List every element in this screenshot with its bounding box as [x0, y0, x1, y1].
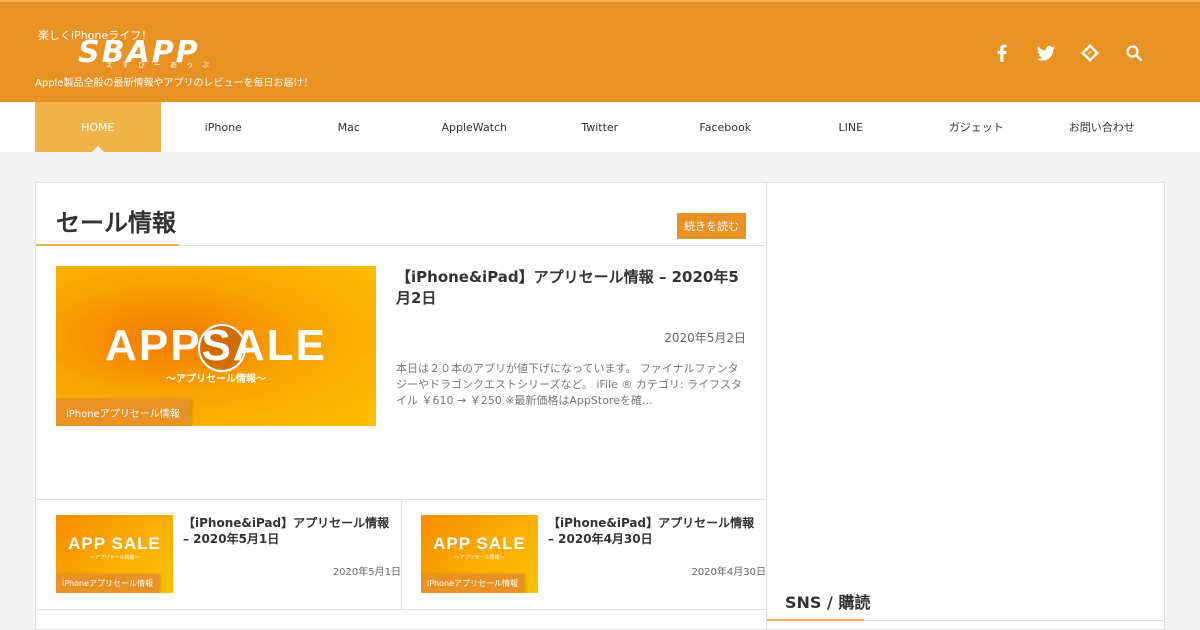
category-badge[interactable]: iPhoneアプリセール情報: [421, 574, 525, 593]
post-card[interactable]: APP SALE 〜アプリセール情報〜 iPhoneアプリセール情報 【iPho…: [56, 515, 401, 595]
featured-excerpt: 本日は２０本のアプリが値下げになっています。 ファイナルファンタジーやドラゴンク…: [396, 362, 743, 407]
sale-section: セール情報 続きを読む APPSALE 〜アプリセール情報〜 iPhoneアプリ…: [35, 182, 766, 630]
post-date: 2020年5月1日: [332, 567, 401, 578]
thumbnail-logo: APP SALE: [68, 534, 161, 553]
search-icon[interactable]: [1112, 42, 1156, 64]
sidebar-title: SNS / 購読: [785, 593, 871, 612]
post-thumbnail[interactable]: APP SALE 〜アプリセール情報〜 iPhoneアプリセール情報: [421, 515, 538, 593]
header-icons: [980, 42, 1156, 64]
facebook-icon[interactable]: [980, 42, 1024, 64]
logo-kana: えすびーあっぷ: [106, 61, 218, 69]
post-thumbnail[interactable]: APP SALE 〜アプリセール情報〜 iPhoneアプリセール情報: [56, 515, 173, 593]
category-badge[interactable]: iPhoneアプリセール情報: [56, 574, 160, 593]
nav-item-home[interactable]: HOME: [35, 102, 161, 152]
featured-date: 2020年5月2日: [664, 331, 746, 345]
site-logo[interactable]: SBAPP えすびーあっぷ: [78, 38, 209, 70]
post-card[interactable]: APP SALE 〜アプリセール情報〜 iPhoneアプリセール情報 【iPho…: [421, 515, 766, 595]
main-nav: HOME iPhone Mac AppleWatch Twitter Faceb…: [0, 102, 1200, 152]
post-title[interactable]: 【iPhone&iPad】アプリセール情報 – 2020年5月1日: [183, 515, 393, 547]
sidebar: SNS / 購読: [766, 182, 1165, 630]
feedly-icon[interactable]: [1068, 42, 1112, 64]
nav-item-iphone[interactable]: iPhone: [161, 102, 287, 152]
nav-item-gadget[interactable]: ガジェット: [914, 102, 1040, 152]
post-date: 2020年4月30日: [691, 567, 766, 578]
thumbnail-logo: APP SALE: [433, 534, 526, 553]
thumbnail-subtitle: 〜アプリセール情報〜: [166, 374, 266, 385]
thumbnail-logo: APPSALE: [105, 321, 327, 370]
nav-item-twitter[interactable]: Twitter: [537, 102, 663, 152]
thumbnail-subtitle: 〜アプリセール情報〜: [89, 555, 140, 561]
section-accent: [36, 244, 179, 246]
twitter-icon[interactable]: [1024, 42, 1068, 64]
nav-item-facebook[interactable]: Facebook: [663, 102, 789, 152]
featured-thumbnail[interactable]: APPSALE 〜アプリセール情報〜 iPhoneアプリセール情報: [56, 266, 376, 426]
nav-item-mac[interactable]: Mac: [286, 102, 412, 152]
nav-item-line[interactable]: LINE: [788, 102, 914, 152]
row-divider-bottom: [36, 609, 766, 610]
post-title[interactable]: 【iPhone&iPad】アプリセール情報 – 2020年4月30日: [548, 515, 758, 547]
read-more-button[interactable]: 続きを読む: [677, 213, 746, 239]
site-description: Apple製品全般の最新情報やアプリのレビューを毎日お届け！: [35, 78, 314, 89]
nav-item-applewatch[interactable]: AppleWatch: [412, 102, 538, 152]
sidebar-accent: [767, 619, 864, 621]
nav-item-contact[interactable]: お問い合わせ: [1039, 102, 1165, 152]
thumbnail-subtitle: 〜アプリセール情報〜: [454, 555, 505, 561]
site-header: 楽しくiPhoneライフ！ SBAPP えすびーあっぷ Apple製品全般の最新…: [0, 0, 1200, 102]
category-badge[interactable]: iPhoneアプリセール情報: [56, 399, 190, 426]
column-divider: [401, 499, 402, 609]
featured-title[interactable]: 【iPhone&iPad】アプリセール情報 – 2020年5月2日: [396, 267, 746, 309]
section-title: セール情報: [56, 209, 176, 237]
